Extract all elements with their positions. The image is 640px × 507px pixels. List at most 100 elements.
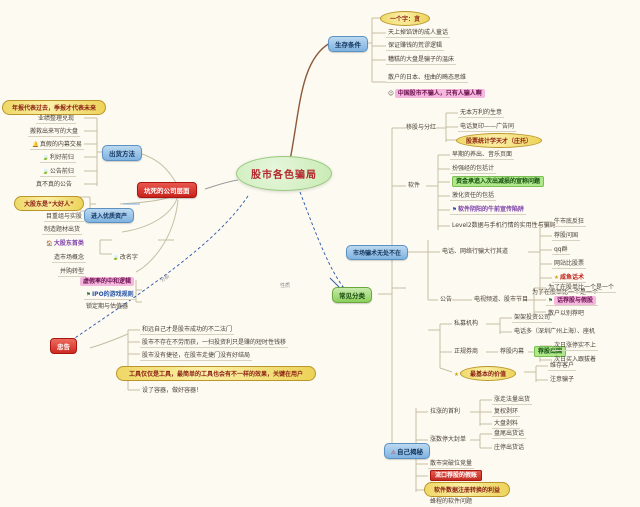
flag-icon: ⚑ — [452, 207, 457, 213]
branch-survival-title[interactable]: 生存条件 — [328, 36, 368, 52]
reveal-group2-item-0[interactable]: 盘尾出货话 — [492, 428, 526, 439]
company-bottom-item-1[interactable]: 锁定期与估值器 — [84, 301, 130, 311]
dividend-item-0[interactable]: 无本万利的生意 — [458, 107, 504, 118]
reveal-group1-item-1[interactable]: 复权剥环 — [492, 406, 520, 417]
branch-market-title[interactable]: 市场骗术无处不在 — [346, 245, 408, 260]
dividend-oval[interactable]: 股票统计学天才（庄托） — [456, 133, 542, 148]
software-green-row[interactable]: 资金承追入次出减损的宣称问题 — [450, 176, 546, 186]
company-mid-title: 大股东首类 — [54, 240, 84, 247]
warning-icon: ⚠ — [391, 450, 396, 456]
legit-mid[interactable]: 荐股内幕 — [498, 346, 526, 356]
legit-oval: 最基本的价值 — [460, 366, 516, 381]
software-green: 资金承追入次出减损的宣称问题 — [452, 176, 544, 187]
bell-icon: 🔔 — [32, 142, 39, 148]
software-purple-row[interactable]: ⚑软件阴阳的牛前宣传陷阱 — [450, 204, 526, 215]
company-bottom-item-0-row[interactable]: ⚑IPO的游戏规则 — [84, 289, 136, 300]
company-oval[interactable]: 大股东是“大好人” — [14, 196, 84, 211]
branch-shipping-title[interactable]: 出货方法 — [102, 145, 142, 161]
survival-highlight[interactable]: 一个字：贪 — [380, 11, 430, 26]
company-mid-title-row[interactable]: 🏠大股东首类 — [44, 238, 86, 248]
leaf-icon: 🍃 — [42, 169, 49, 175]
reveal-group2-title[interactable]: 涨数停大封单 — [428, 434, 468, 444]
advice-item-1[interactable]: 股市不存在不劳而获，一扫投资利只是赚的短时性钱移 — [140, 337, 288, 348]
legit-oval-item-1[interactable]: 注意骗子 — [548, 374, 576, 384]
phone-item-3[interactable]: 网站比股票 — [552, 258, 586, 269]
branch-legit-title[interactable]: 正规券商 — [452, 346, 480, 356]
private-item-0[interactable]: 架架投资公司 — [512, 312, 552, 323]
branch-common-title[interactable]: 常见分类 — [332, 287, 372, 303]
branch-reveal-title[interactable]: ⚠自己揭秘 — [384, 443, 430, 459]
software-tail[interactable]: Level2数据与手机行情的实用性与骗局 — [450, 220, 558, 230]
branch-company-title[interactable]: 坑死的公司层面 — [137, 182, 197, 198]
reveal-tail-item[interactable]: 蜂程的软件问题 — [428, 496, 474, 506]
dividend-item-1[interactable]: 电话复印——广告同 — [458, 121, 516, 132]
legit-item-0[interactable]: 次日涨停实不上 — [552, 340, 598, 351]
company-item-1[interactable]: 制造题材出货 — [42, 224, 82, 235]
company-bottom-item-0: IPO的游戏规则 — [92, 291, 134, 298]
shipping-item-1[interactable]: 搬救出来写的大盘 — [28, 126, 80, 137]
survival-item-1[interactable]: 保证赚钱的荒谬逻辑 — [386, 40, 444, 51]
reveal-oval-item[interactable]: 软件数据注册转换的利益 — [424, 482, 510, 497]
shipping-item-3-row[interactable]: 🍃利好前归 — [40, 152, 76, 163]
private-item-1[interactable]: 电话多（深圳广州上海）、座机 — [512, 326, 597, 336]
legit-oval-item-0[interactable]: 维存客户 — [548, 360, 576, 371]
software-item-0[interactable]: 早期的养出、音乐页面 — [450, 149, 514, 160]
survival-item-0[interactable]: 天上掉馅饼的成人童话 — [386, 27, 450, 38]
software-item-3[interactable]: 激化资任的包括 — [450, 190, 496, 201]
reveal-red-item: 流口荐股的假账 — [430, 470, 482, 481]
smiley-icon: ☺ — [388, 91, 394, 97]
shipping-item-4-row[interactable]: 🍃公告前归 — [40, 166, 76, 177]
phone-item-0[interactable]: 牛市底反狂 — [552, 216, 586, 227]
shipping-item-5[interactable]: 真不真的公告 — [34, 179, 74, 189]
company-bottom-highlight: 虚假率的中和逻辑 — [80, 277, 134, 286]
mindmap-canvas: 股市各色骗局 生存条件 一个字：贪 天上掉馅饼的成人童话 保证赚钱的荒谬逻辑 糟… — [0, 0, 640, 507]
branch-software-title[interactable]: 软件 — [406, 180, 422, 190]
star-icon: ★ — [454, 372, 459, 378]
star-icon: ★ — [554, 275, 559, 281]
flag-icon: ⚑ — [86, 292, 91, 298]
phone-item-1[interactable]: 荐股问国 — [552, 230, 580, 241]
company-mid-side-row[interactable]: 🍃改名字 — [110, 252, 140, 262]
branch-phone-title[interactable]: 电话、网络行骗大行其道 — [440, 246, 510, 256]
shipping-item-0[interactable]: 业绩整理兑现 — [36, 113, 76, 124]
reveal-group1-item-0[interactable]: 涨走法量出货 — [492, 394, 532, 405]
survival-item-2[interactable]: 糟糕的大盘是骗子的温床 — [386, 54, 456, 65]
reveal-title-label: 自己揭秘 — [397, 448, 423, 456]
reveal-red-row[interactable]: 流口荐股的假账 — [428, 470, 484, 480]
branch-public-title[interactable]: 公告 — [438, 294, 454, 304]
public-sub[interactable]: 电视频道、股市节目 — [472, 294, 530, 304]
public-item-1-row[interactable]: ⚑话荐股与假股 — [546, 295, 598, 306]
advice-item-2[interactable]: 股市没有捷径，在股市走捷门没有好结局 — [140, 350, 252, 361]
shipping-item-2: 真假的内幕交易 — [40, 141, 82, 148]
advice-tail[interactable]: 设了容器，做好容器！ — [140, 385, 204, 395]
software-purple: 软件阴阳的牛前宣传陷阱 — [458, 206, 524, 213]
advice-oval[interactable]: 工具仅仅是工具，最简单的工具也会有不一样的效果，关键在用户 — [116, 366, 316, 381]
edge-label-b: 性质 — [280, 282, 290, 289]
company-mid-item-0[interactable]: 造市场概念 — [52, 252, 86, 263]
shipping-item-2-row[interactable]: 🔔真假的内幕交易 — [30, 139, 84, 150]
reveal-item-plain[interactable]: 散市突破位竞量 — [428, 458, 474, 469]
survival-footer-row[interactable]: ☺中国股市不骗人，只有人骗人啊 — [386, 88, 487, 98]
public-item-0[interactable]: 为了在股单比一个是一个 — [546, 282, 616, 293]
house-icon: 🏠 — [46, 241, 53, 247]
edge-label-a: 分析 — [159, 273, 171, 284]
central-topic[interactable]: 股市各色骗局 — [236, 156, 332, 191]
public-item-1: 话荐股与假股 — [554, 296, 596, 305]
company-item-0[interactable]: 目重组与实股 — [44, 211, 84, 222]
company-mid-side: 改名字 — [120, 254, 138, 261]
leaf-icon: 🍃 — [42, 155, 49, 161]
branch-advice-title[interactable]: 忠告 — [50, 338, 77, 354]
survival-item-3[interactable]: 散户的日本、扭曲的畸态思维 — [386, 72, 468, 83]
reveal-group1-title[interactable]: 拉涨的首利 — [428, 406, 462, 416]
leaf-icon: 🍃 — [112, 255, 119, 261]
advice-item-0[interactable]: 和远自己才是股市成功的不二法门 — [140, 324, 234, 335]
shipping-item-3: 利好前归 — [50, 154, 74, 161]
legit-oval-row[interactable]: ★最基本的价值 — [452, 366, 518, 382]
branch-private-title[interactable]: 私募机构 — [452, 318, 480, 328]
phone-item-2[interactable]: qq群 — [552, 244, 570, 255]
software-item-1[interactable]: 扮强经的包括计 — [450, 163, 496, 174]
company-sub-blue[interactable]: 进入优质资产 — [84, 208, 134, 223]
company-bottom-highlight-row[interactable]: 虚假率的中和逻辑 — [78, 276, 136, 286]
branch-dividend-title[interactable]: 移股与分红 — [404, 122, 438, 132]
reveal-group2-item-1[interactable]: 庄停出货话 — [492, 442, 526, 452]
